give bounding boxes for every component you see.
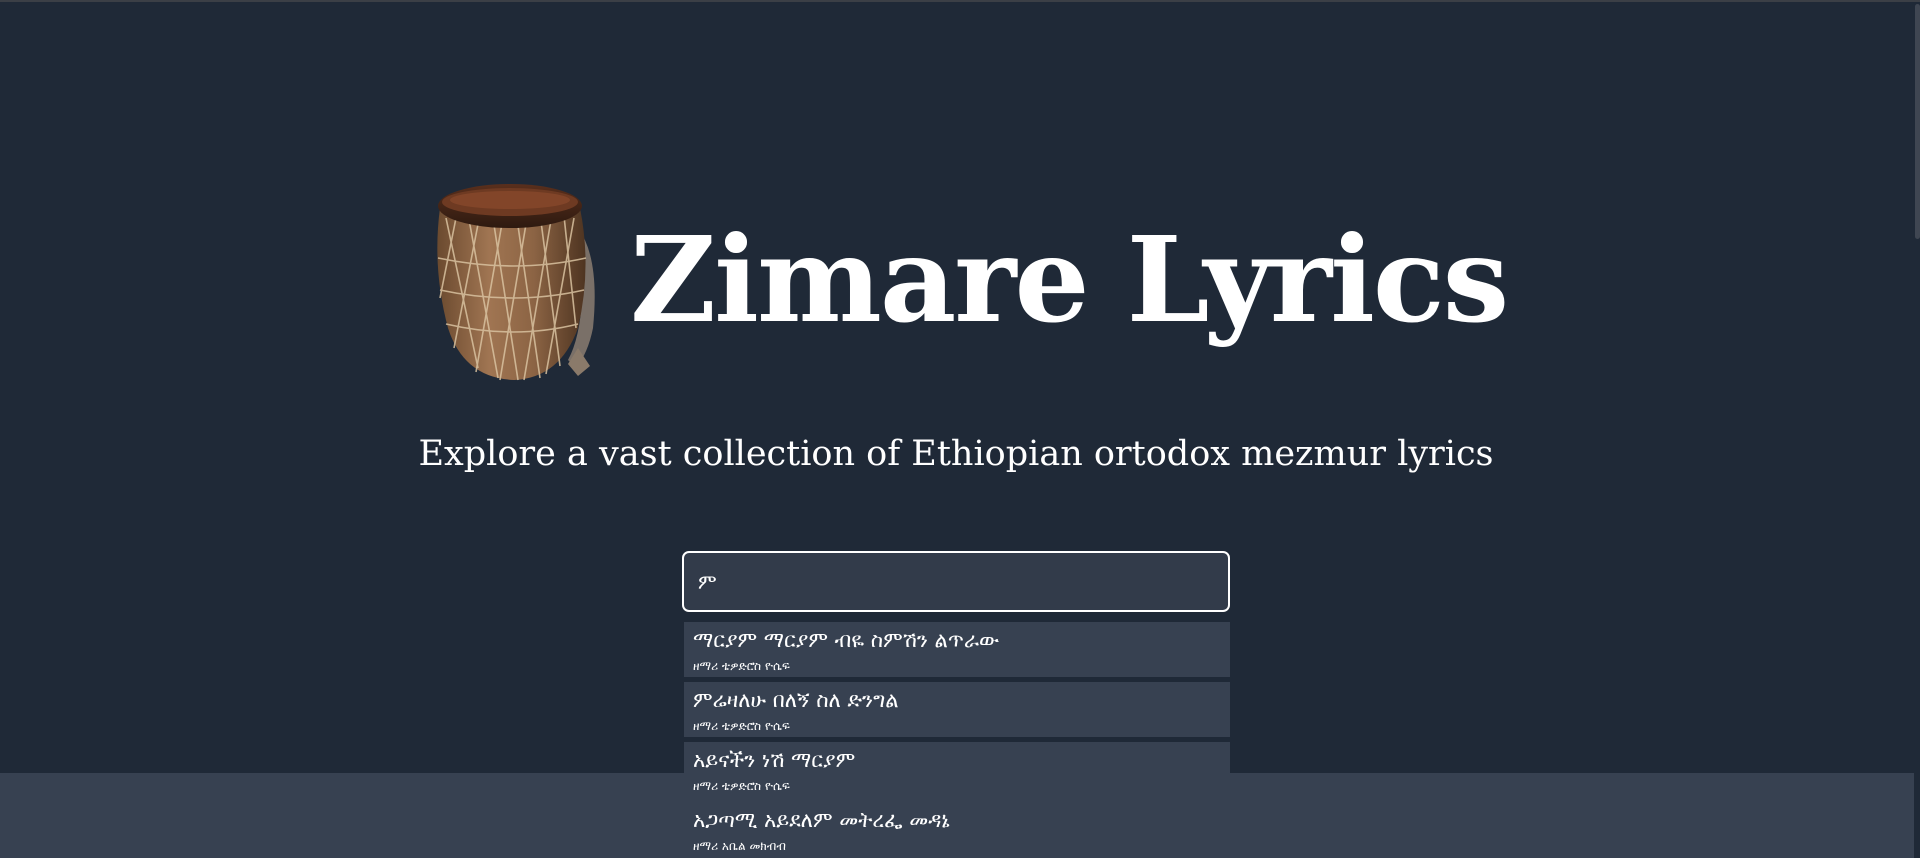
suggestion-item[interactable]: አይናችን ነሽ ማርያም ዘማሪ ቴዎድሮስ ዮሴፍ: [684, 742, 1230, 797]
suggestion-item[interactable]: ማርያም ማርያም ብዬ ስምሽን ልጥራው ዘማሪ ቴዎድሮስ ዮሴፍ: [684, 622, 1230, 677]
suggestion-item[interactable]: ምሬዛለሁ በለኝ ስለ ድንግል ዘማሪ ቴዎድሮስ ዮሴፍ: [684, 682, 1230, 737]
search-input[interactable]: [698, 565, 1198, 599]
kebero-drum-icon: [437, 184, 595, 381]
suggestion-artist: ዘማሪ ቴዎድሮስ ዮሴፍ: [693, 659, 790, 673]
page: Zimare Lyrics Explore a vast collection …: [0, 0, 1920, 858]
suggestion-artist: ዘማሪ ቴዎድሮስ ዮሴፍ: [693, 779, 790, 793]
suggestion-title: ማርያም ማርያም ብዬ ስምሽን ልጥራው: [693, 628, 1000, 652]
suggestion-item[interactable]: አጋጣሚ አይደለም መትረፌ መዳኔ ዘማሪ አቤል መክብብ: [684, 802, 1230, 857]
app-title: Zimare Lyrics: [630, 210, 1509, 349]
suggestion-title: ምሬዛለሁ በለኝ ስለ ድንግል: [693, 688, 899, 712]
scrollbar-thumb[interactable]: [1915, 4, 1920, 239]
suggestion-artist: ዘማሪ አቤል መክብብ: [693, 839, 786, 853]
search-box[interactable]: [682, 551, 1230, 612]
suggestion-title: አይናችን ነሽ ማርያም: [693, 748, 856, 772]
suggestion-title: አጋጣሚ አይደለም መትረፌ መዳኔ: [693, 808, 950, 832]
window-top-border: [0, 0, 1920, 2]
tagline: Explore a vast collection of Ethiopian o…: [418, 434, 1494, 474]
search-suggestions: ማርያም ማርያም ብዬ ስምሽን ልጥራው ዘማሪ ቴዎድሮስ ዮሴፍ ምሬዛ…: [684, 622, 1230, 858]
suggestion-artist: ዘማሪ ቴዎድሮስ ዮሴፍ: [693, 719, 790, 733]
